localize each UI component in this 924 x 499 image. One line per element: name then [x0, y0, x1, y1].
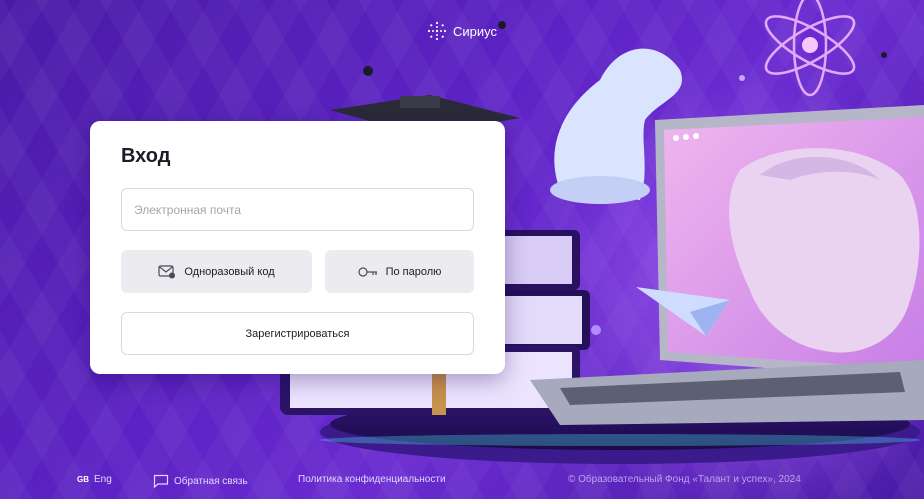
feedback-label: Обратная связь — [174, 475, 248, 487]
login-title: Вход — [121, 145, 171, 167]
password-button[interactable]: По паролю — [325, 250, 474, 293]
language-code: GB — [77, 475, 89, 484]
privacy-label: Политика конфиденциальности — [298, 474, 446, 485]
password-label: По паролю — [385, 265, 442, 278]
mail-code-icon — [158, 264, 176, 278]
privacy-policy-link[interactable]: Политика конфиденциальности — [298, 474, 446, 485]
chat-icon — [153, 474, 169, 488]
register-button[interactable]: Зарегистрироваться — [121, 312, 474, 355]
feedback-link[interactable]: Обратная связь — [153, 474, 248, 488]
copyright: © Образовательный Фонд «Талант и успех»,… — [568, 474, 801, 485]
key-icon — [357, 266, 377, 277]
logo-text: Сириус — [453, 23, 497, 39]
language-switcher[interactable]: GB Eng — [77, 474, 112, 485]
copyright-text: © Образовательный Фонд «Талант и успех»,… — [568, 474, 801, 485]
one-time-code-label: Одноразовый код — [184, 265, 275, 278]
language-label: Eng — [94, 474, 112, 485]
logo[interactable]: Сириус — [427, 21, 497, 41]
register-label: Зарегистрироваться — [245, 327, 350, 340]
login-card: Вход Одноразовый код По паролю Зарегистр… — [90, 121, 505, 374]
footer: GB Eng Обратная связь Политика конфиденц… — [0, 465, 924, 495]
sirius-logo-icon — [427, 21, 447, 41]
email-field[interactable] — [121, 188, 474, 231]
one-time-code-button[interactable]: Одноразовый код — [121, 250, 312, 293]
